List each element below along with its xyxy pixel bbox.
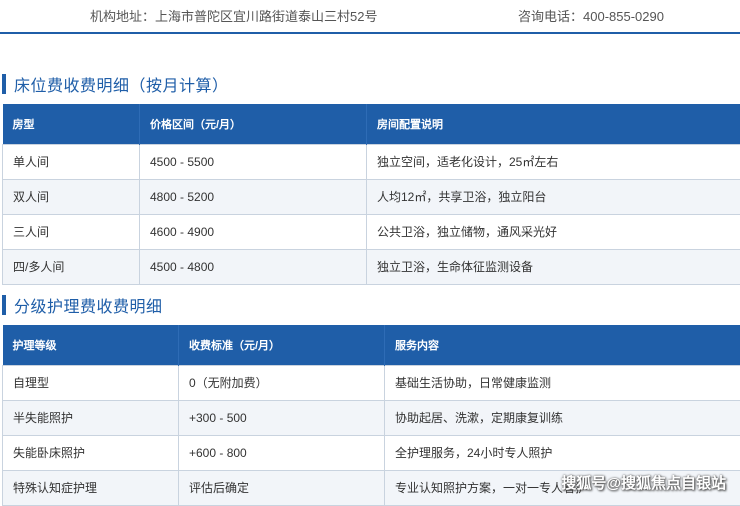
cell-fee: +300 - 500	[179, 400, 385, 435]
cell-config: 公共卫浴，独立储物，通风采光好	[367, 214, 740, 249]
cell-room-type: 单人间	[3, 144, 140, 179]
cell-care-level: 特殊认知症护理	[3, 470, 179, 505]
info-bar: 机构地址：上海市普陀区宜川路街道泰山三村52号 咨询电话：400-855-029…	[0, 0, 740, 34]
header-service-content: 服务内容	[385, 325, 740, 365]
cell-price: 4500 - 4800	[140, 249, 367, 284]
table-header-row: 护理等级 收费标准（元/月） 服务内容	[3, 325, 740, 365]
care-fee-section-title: 分级护理费收费明细	[2, 294, 163, 316]
bed-fee-section-title: 床位费收费明细（按月计算）	[2, 73, 229, 95]
table-row: 双人间 4800 - 5200 人均12㎡，共享卫浴，独立阳台	[3, 179, 740, 214]
cell-price: 4600 - 4900	[140, 214, 367, 249]
cell-price: 4800 - 5200	[140, 179, 367, 214]
cell-service: 协助起居、洗漱，定期康复训练	[385, 400, 740, 435]
cell-service: 全护理服务，24小时专人照护	[385, 435, 740, 470]
cell-fee: 评估后确定	[179, 470, 385, 505]
consult-phone: 咨询电话：400-855-0290	[518, 6, 664, 25]
section-marker	[2, 74, 6, 94]
cell-care-level: 失能卧床照护	[3, 435, 179, 470]
cell-room-type: 三人间	[3, 214, 140, 249]
table-row: 自理型 0（无附加费） 基础生活协助，日常健康监测	[3, 365, 740, 400]
cell-price: 4500 - 5500	[140, 144, 367, 179]
table-row: 四/多人间 4500 - 4800 独立卫浴，生命体征监测设备	[3, 249, 740, 284]
watermark: 搜狐号@搜狐焦点自银站	[561, 472, 726, 493]
cell-config: 人均12㎡，共享卫浴，独立阳台	[367, 179, 740, 214]
cell-config: 独立空间，适老化设计，25㎡左右	[367, 144, 740, 179]
table-header-row: 房型 价格区间（元/月） 房间配置说明	[3, 104, 740, 144]
cell-fee: +600 - 800	[179, 435, 385, 470]
header-care-level: 护理等级	[3, 325, 179, 365]
header-room-config: 房间配置说明	[367, 104, 740, 144]
header-price-range: 价格区间（元/月）	[140, 104, 367, 144]
cell-service: 基础生活协助，日常健康监测	[385, 365, 740, 400]
table-row: 半失能照护 +300 - 500 协助起居、洗漱，定期康复训练	[3, 400, 740, 435]
cell-room-type: 四/多人间	[3, 249, 140, 284]
cell-care-level: 半失能照护	[3, 400, 179, 435]
header-fee-standard: 收费标准（元/月）	[179, 325, 385, 365]
care-fee-title: 分级护理费收费明细	[14, 293, 163, 317]
section-marker	[2, 295, 6, 315]
table-row: 单人间 4500 - 5500 独立空间，适老化设计，25㎡左右	[3, 144, 740, 179]
cell-room-type: 双人间	[3, 179, 140, 214]
cell-config: 独立卫浴，生命体征监测设备	[367, 249, 740, 284]
cell-care-level: 自理型	[3, 365, 179, 400]
bed-fee-title: 床位费收费明细（按月计算）	[14, 72, 229, 96]
cell-fee: 0（无附加费）	[179, 365, 385, 400]
table-row: 三人间 4600 - 4900 公共卫浴，独立储物，通风采光好	[3, 214, 740, 249]
header-room-type: 房型	[3, 104, 140, 144]
bed-fee-table: 房型 价格区间（元/月） 房间配置说明 单人间 4500 - 5500 独立空间…	[2, 104, 740, 285]
institution-address: 机构地址：上海市普陀区宜川路街道泰山三村52号	[90, 6, 377, 25]
table-row: 失能卧床照护 +600 - 800 全护理服务，24小时专人照护	[3, 435, 740, 470]
